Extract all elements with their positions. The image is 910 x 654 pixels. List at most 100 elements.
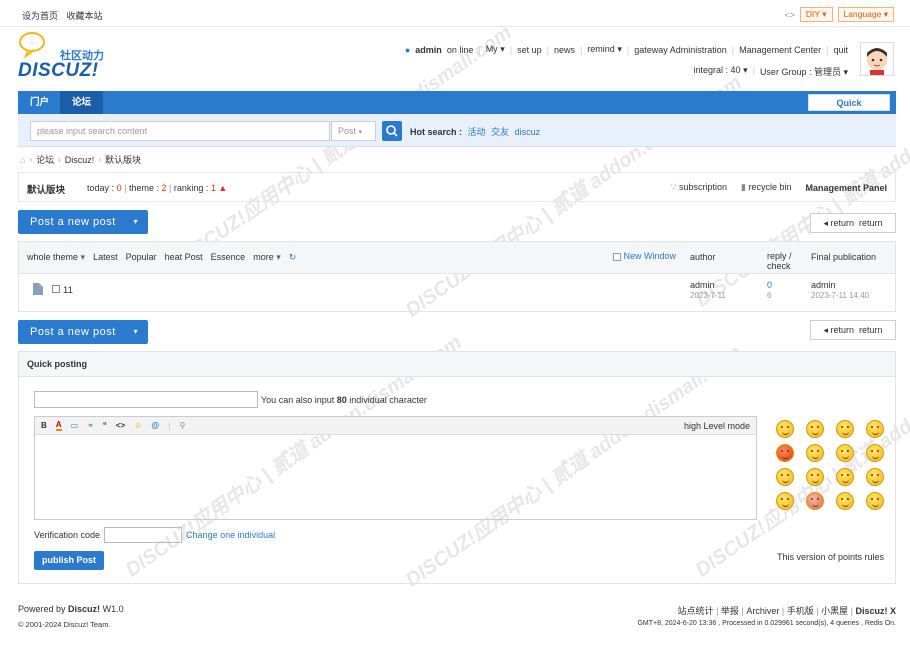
gateway-admin-link[interactable]: gateway Administration [634, 45, 727, 55]
return-button[interactable]: ◂ return return [810, 213, 896, 233]
table-row[interactable]: 11 admin 2023-7-11 0 6 admin 2023-7-11 1… [18, 274, 896, 312]
new-window-checkbox[interactable] [613, 252, 621, 261]
footer-link[interactable]: 小黑屋 [821, 606, 848, 616]
bookmark-link[interactable]: 收藏本站 [67, 11, 103, 21]
hot-search-link[interactable]: 活动 [468, 127, 486, 137]
search-type-select[interactable]: Post ▾ [331, 121, 376, 141]
footer-link[interactable]: 手机版 [787, 606, 814, 616]
filter-heat-post[interactable]: heat Post [165, 252, 203, 263]
footer-link[interactable]: 举报 [721, 606, 739, 616]
hot-search-link[interactable]: discuz [515, 127, 541, 137]
language-button[interactable]: Language ▾ [837, 7, 894, 22]
username-link[interactable]: admin [415, 45, 442, 55]
smiley-icon[interactable] [776, 444, 794, 462]
points-rules-link[interactable]: This version of points rules [777, 552, 884, 562]
filter-whole-theme[interactable]: whole theme ▾ [27, 252, 85, 263]
search-icon [386, 125, 398, 137]
quick-post-panel: Quick posting You can also input 80 indi… [18, 351, 896, 584]
at-icon[interactable]: @ [151, 421, 159, 430]
smiley-icon[interactable] [866, 420, 884, 438]
switch-width-icon[interactable]: <> [784, 10, 795, 20]
user-group-menu[interactable]: User Group : 管理员 ▾ [760, 65, 848, 78]
smiley-icon[interactable] [806, 492, 824, 510]
final-publication-column: Final publication [811, 252, 877, 262]
thread-author[interactable]: admin [690, 280, 715, 290]
attachment-icon[interactable]: ⚲ [180, 421, 186, 430]
smiley-icon[interactable] [776, 492, 794, 510]
smiley-icon[interactable] [836, 492, 854, 510]
site-logo[interactable]: 社区动力 DISCUZ! [18, 32, 128, 82]
thread-checkbox[interactable] [52, 285, 60, 293]
filter-more[interactable]: more ▾ [253, 252, 281, 263]
last-post-user[interactable]: admin [811, 280, 836, 290]
return-button[interactable]: ◂ return return [810, 320, 896, 340]
smiley-icon[interactable] [866, 468, 884, 486]
footer-link[interactable]: 站点统计 [678, 606, 714, 616]
new-window-toggle[interactable]: New Window [613, 251, 676, 261]
breadcrumb-item[interactable]: Discuz! [65, 155, 95, 165]
my-menu[interactable]: My ▾ [486, 44, 505, 55]
publish-button[interactable]: publish Post [34, 551, 104, 570]
breadcrumb-item[interactable]: 默认版块 [105, 153, 141, 166]
search-button[interactable] [382, 121, 402, 141]
font-color-icon[interactable]: A [55, 420, 62, 431]
verification-input[interactable] [104, 527, 183, 543]
remind-menu[interactable]: remind ▾ [587, 44, 622, 55]
smiley-icon[interactable] [776, 468, 794, 486]
quit-link[interactable]: quit [833, 45, 848, 55]
nav-tab-forum[interactable]: 论坛 [60, 91, 104, 114]
filter-popular[interactable]: Popular [126, 252, 157, 263]
high-level-mode-link[interactable]: high Level mode [684, 421, 750, 431]
hot-search-link[interactable]: 交友 [491, 127, 509, 137]
rss-icon: ∵ [670, 182, 677, 192]
smiley-icon[interactable] [866, 492, 884, 510]
news-link[interactable]: news [554, 45, 575, 55]
smiley-icon[interactable]: ☺ [134, 421, 142, 430]
verification-label: Verification code [34, 530, 101, 540]
smiley-icon[interactable] [836, 420, 854, 438]
footer-link[interactable]: Discuz! X [855, 606, 896, 616]
management-center-link[interactable]: Management Center [739, 45, 821, 55]
bold-icon[interactable]: B [41, 421, 47, 430]
smiley-icon[interactable] [866, 444, 884, 462]
footer-link[interactable]: Archiver [746, 606, 779, 616]
last-post-time[interactable]: 2023-7-11 14:40 [811, 291, 869, 300]
post-title-input[interactable] [34, 391, 258, 408]
breadcrumb-item[interactable]: 论坛 [36, 153, 54, 166]
avatar[interactable] [860, 42, 894, 76]
management-panel-link[interactable]: Management Panel [805, 183, 887, 193]
thread-views: 6 [767, 291, 772, 300]
quote-icon[interactable]: “ [103, 421, 107, 430]
smiley-icon[interactable] [836, 468, 854, 486]
forum-title: 默认版块 [27, 185, 66, 196]
footer-stats: GMT+8, 2024-6-20 13:36 , Processed in 0.… [637, 620, 896, 627]
smiley-icon[interactable] [806, 420, 824, 438]
code-icon[interactable]: <> [116, 421, 125, 430]
diy-button[interactable]: DIY ▾ [799, 7, 833, 22]
setup-link[interactable]: set up [517, 45, 542, 55]
quick-button[interactable]: Quick [808, 94, 890, 111]
hot-search-label: Hot search : [410, 127, 463, 137]
change-code-link[interactable]: Change one individual [186, 530, 275, 540]
integral-menu[interactable]: integral : 40 ▾ [694, 65, 748, 78]
forum-header: 默认版块 today : 0 | theme : 2 | ranking : 1… [18, 172, 896, 202]
subscription-link[interactable]: ∵ subscription [671, 182, 727, 193]
new-post-button[interactable]: Post a new post ▾ [18, 210, 148, 234]
refresh-icon[interactable]: ↻ [289, 252, 297, 263]
new-post-button[interactable]: Post a new post ▾ [18, 320, 148, 344]
post-editor[interactable]: B A ▭ ⚭ “ <> ☺ @ | ⚲ high Level mode [34, 416, 757, 520]
thread-title[interactable]: 11 [63, 285, 73, 296]
filter-essence[interactable]: Essence [211, 252, 246, 263]
filter-latest[interactable]: Latest [93, 252, 118, 263]
smiley-icon[interactable] [836, 444, 854, 462]
smiley-icon[interactable] [806, 444, 824, 462]
nav-tab-portal[interactable]: 门户 [18, 91, 61, 114]
set-home-link[interactable]: 设为首页 [22, 11, 58, 21]
image-icon[interactable]: ▭ [71, 421, 79, 430]
home-icon[interactable]: ⌂ [20, 155, 25, 165]
recycle-bin-link[interactable]: ▮ recycle bin [741, 182, 792, 193]
search-input[interactable]: please input search content [30, 121, 330, 141]
link-icon[interactable]: ⚭ [87, 421, 94, 430]
smiley-icon[interactable] [806, 468, 824, 486]
smiley-icon[interactable] [776, 420, 794, 438]
